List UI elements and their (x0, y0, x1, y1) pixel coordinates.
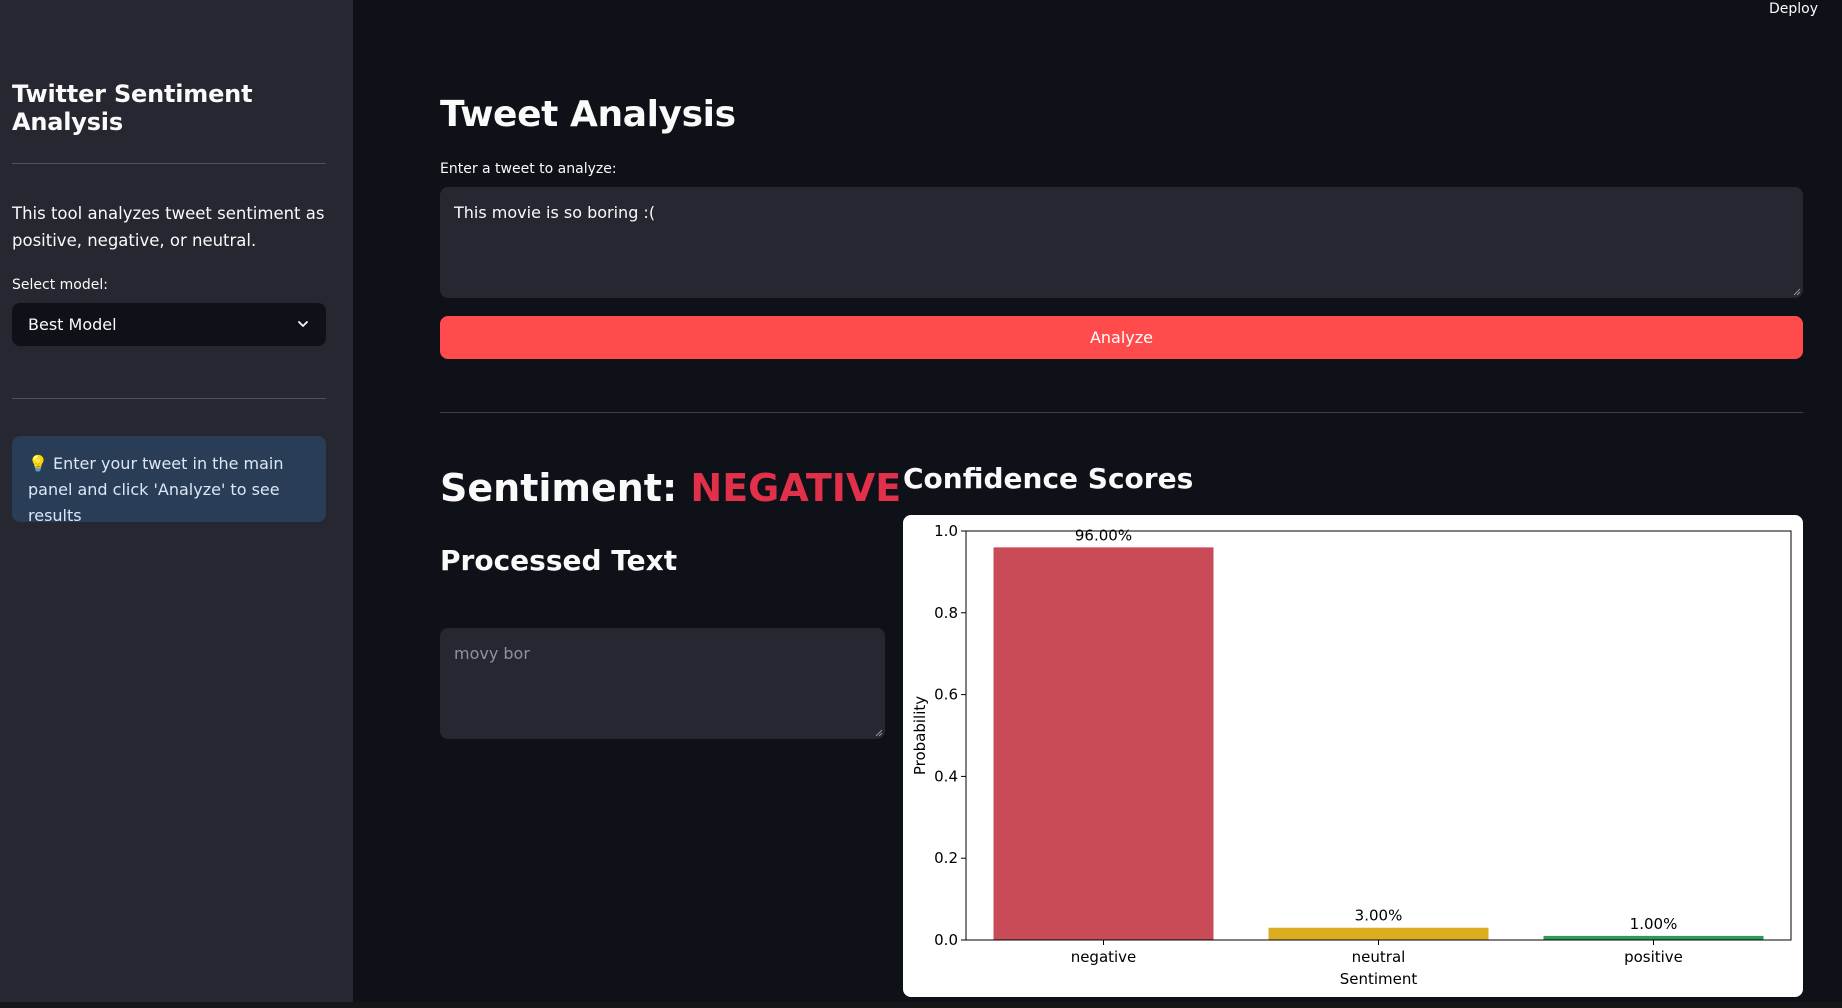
sidebar: Twitter Sentiment Analysis This tool ana… (0, 0, 353, 1002)
bar-neutral (1268, 927, 1489, 940)
main-divider (440, 412, 1803, 413)
chevron-down-icon (298, 321, 308, 327)
y-tick-label: 0.6 (934, 686, 958, 704)
resize-handle-icon (875, 729, 883, 737)
x-tick-label-negative: negative (1071, 948, 1137, 966)
confidence-chart-svg: 96.00% negative 3.00% neutral 1.00% positive 0… (911, 522, 1792, 988)
info-box: 💡 Enter your tweet in the main panel and… (12, 436, 326, 525)
y-tick-label: 0.8 (934, 604, 958, 622)
sidebar-title: Twitter Sentiment Analysis (12, 80, 253, 136)
y-tick-label: 0.2 (934, 849, 958, 867)
data-label-positive: 1.00% (1630, 915, 1678, 933)
tweet-input[interactable]: This movie is so boring :( (440, 187, 1803, 298)
processed-text-value: movy bor (454, 644, 530, 663)
tweet-input-value: This movie is so boring :( (454, 203, 656, 222)
model-select-label: Select model: (12, 277, 108, 293)
bottom-strip (0, 1002, 1842, 1008)
processed-text-area: movy bor (440, 628, 885, 739)
processed-text-title: Processed Text (440, 544, 678, 577)
x-axis-label: Sentiment (1340, 970, 1418, 988)
confidence-chart: 96.00% negative 3.00% neutral 1.00% positive 0… (903, 515, 1803, 997)
deploy-button[interactable]: Deploy (1769, 1, 1818, 17)
sidebar-divider-bottom (12, 398, 326, 399)
bar-positive (1543, 935, 1764, 940)
data-label-negative: 96.00% (1075, 526, 1132, 544)
y-tick-label: 1.0 (934, 522, 958, 540)
bar-negative (993, 547, 1214, 940)
resize-handle-icon[interactable] (1793, 288, 1801, 296)
sentiment-result: Sentiment: NEGATIVE (440, 466, 901, 510)
analyze-button[interactable]: Analyze (440, 316, 1803, 359)
y-tick-label: 0.4 (934, 767, 958, 785)
sidebar-divider-top (12, 163, 326, 164)
model-select[interactable]: Best Model (12, 303, 326, 346)
sentiment-value: NEGATIVE (690, 466, 902, 510)
page-title: Tweet Analysis (440, 94, 736, 135)
x-tick-label-neutral: neutral (1352, 948, 1406, 966)
model-select-value: Best Model (28, 315, 117, 334)
y-tick-label: 0.0 (934, 931, 958, 949)
data-label-neutral: 3.00% (1355, 907, 1403, 925)
sentiment-prefix: Sentiment: (440, 466, 691, 510)
tweet-input-label: Enter a tweet to analyze: (440, 161, 617, 177)
sidebar-description: This tool analyzes tweet sentiment as po… (12, 204, 325, 250)
y-axis-label: Probability (911, 696, 929, 775)
confidence-title: Confidence Scores (903, 462, 1194, 495)
x-tick-label-positive: positive (1624, 948, 1683, 966)
